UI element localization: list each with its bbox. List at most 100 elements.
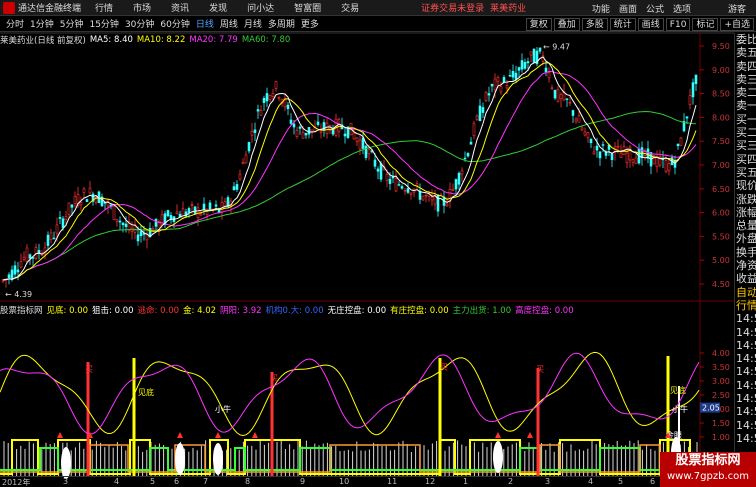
candle-body	[304, 132, 308, 136]
candle-body	[502, 77, 506, 83]
candle-body	[589, 138, 593, 144]
candle-body	[247, 142, 251, 152]
rp-tick-time: 14:50	[736, 338, 756, 352]
ind-field-juji: 狙击: 0.00	[92, 306, 134, 316]
candle-body	[70, 204, 74, 208]
indicator-name[interactable]: 股票指标网	[0, 304, 43, 316]
ind-hump	[175, 443, 185, 475]
indicator-annotation: 买	[440, 363, 448, 372]
current-value-label: 2.05	[702, 404, 720, 413]
candle-body	[118, 220, 122, 223]
ind-label: 4.00	[712, 349, 730, 358]
axis-month: 3	[63, 477, 69, 486]
rp-tick-time: 14:50	[736, 378, 756, 392]
price-label: 8.50	[712, 90, 730, 99]
candle-body	[601, 144, 605, 146]
rp-item: 卖四	[736, 59, 756, 73]
candle-body	[58, 217, 62, 219]
candle-body	[451, 188, 455, 191]
ind-field-jigou: 机构0.大: 0.00	[265, 306, 324, 316]
ma5-line	[2, 56, 697, 281]
axis-month: 4	[588, 477, 594, 486]
low-price-mark: ← 4.39	[5, 290, 32, 299]
candle-body	[175, 211, 179, 214]
indicator-annotation: 见底	[138, 387, 154, 397]
stock-title: 莱美药业(日线 前复权)	[0, 35, 86, 46]
candle-body	[598, 151, 602, 159]
axis-month: 6	[174, 477, 180, 486]
candle-body	[319, 130, 323, 133]
ind-label: 3.00	[712, 377, 730, 386]
candle-body	[19, 261, 23, 268]
rp-item: 买二	[736, 126, 756, 140]
candle-body	[235, 184, 239, 190]
chart-marks: ← 9.47← 4.392.05见底小牛买买见底小牛金眼买买	[5, 42, 720, 440]
candle-body	[445, 203, 449, 207]
candle-body	[538, 47, 542, 52]
rp-tick-time: 14:50	[736, 405, 756, 419]
candle-body	[214, 204, 218, 207]
candle-body	[694, 74, 698, 84]
watermark-badge: 股票指标网 www.7gpzb.com	[660, 452, 756, 487]
candle-body	[691, 82, 695, 98]
candle-body	[505, 85, 509, 89]
candle-body	[154, 218, 158, 227]
candle-body	[268, 95, 272, 100]
buy-arrow-icon	[495, 432, 501, 438]
ma20-line	[2, 70, 697, 281]
rp-item: 净资	[736, 259, 756, 273]
candle-body	[457, 172, 461, 185]
price-label: 5.00	[712, 256, 730, 265]
ind-label: 1.50	[712, 419, 730, 428]
ind-field-youzhuang: 有庄控盘: 0.00	[390, 306, 449, 316]
candle-body	[667, 163, 671, 172]
indicator-oscillators	[0, 351, 700, 437]
ind-field-wuzhuang: 无庄控盘: 0.00	[327, 306, 387, 316]
rp-auto-toggle[interactable]: 自动	[735, 286, 756, 299]
candle-body	[664, 160, 668, 172]
ind-field-jiandi: 见底: 0.00	[46, 306, 89, 316]
candle-body	[463, 157, 467, 160]
candle-body	[556, 89, 560, 102]
candle-body	[274, 81, 278, 89]
candle-body	[580, 127, 584, 131]
rp-item: 总量	[736, 219, 756, 233]
rp-item: 涨幅	[736, 205, 756, 219]
buy-arrow-icon	[252, 432, 258, 438]
candle-body	[121, 222, 125, 226]
rp-tick-time: 14:50	[736, 325, 756, 339]
candle-body	[529, 51, 533, 56]
price-label: 5.50	[712, 232, 730, 241]
indicator-annotation: 小牛	[672, 404, 688, 414]
candle-body	[523, 61, 527, 69]
ind-field-chuhuo: 主力出货: 1.00	[452, 306, 512, 316]
candle-body	[55, 224, 59, 234]
rp-item: 外盘	[736, 232, 756, 246]
candle-body	[490, 83, 494, 87]
candle-body	[145, 234, 149, 241]
candle-body	[400, 186, 404, 189]
candle-body	[124, 223, 128, 228]
axis-year: 2012年	[2, 478, 31, 487]
indicator-info-line: 股票指标网 见底: 0.00 狙击: 0.00 逃命: 0.00 金: 4.02…	[0, 304, 578, 316]
candle-body	[367, 149, 371, 155]
candle-body	[688, 95, 692, 105]
ind-field-gaodu: 高度控盘: 0.00	[515, 306, 574, 316]
candle-body	[676, 143, 680, 147]
candle-body	[673, 160, 677, 168]
ma10-line	[2, 62, 697, 281]
candle-body	[73, 196, 77, 204]
candle-body	[631, 159, 635, 163]
rp-tick-time: 14:50	[736, 431, 756, 445]
ind-field-yinyang: 阴阳: 3.92	[220, 306, 262, 316]
candle-body	[271, 92, 275, 97]
kline-chart[interactable]: 9.50 9.00 8.50 8.00 7.50 7.00 6.50 6.00 5.50 5.00…	[0, 0, 734, 487]
candle-body	[52, 237, 56, 240]
price-label: 7.00	[712, 161, 730, 170]
candle-body	[418, 191, 422, 200]
candle-body	[298, 126, 302, 129]
candle-body	[511, 71, 515, 78]
candle-body	[16, 269, 20, 273]
candle-body	[259, 110, 263, 116]
ma10-label: MA10: 8.22	[136, 34, 186, 45]
